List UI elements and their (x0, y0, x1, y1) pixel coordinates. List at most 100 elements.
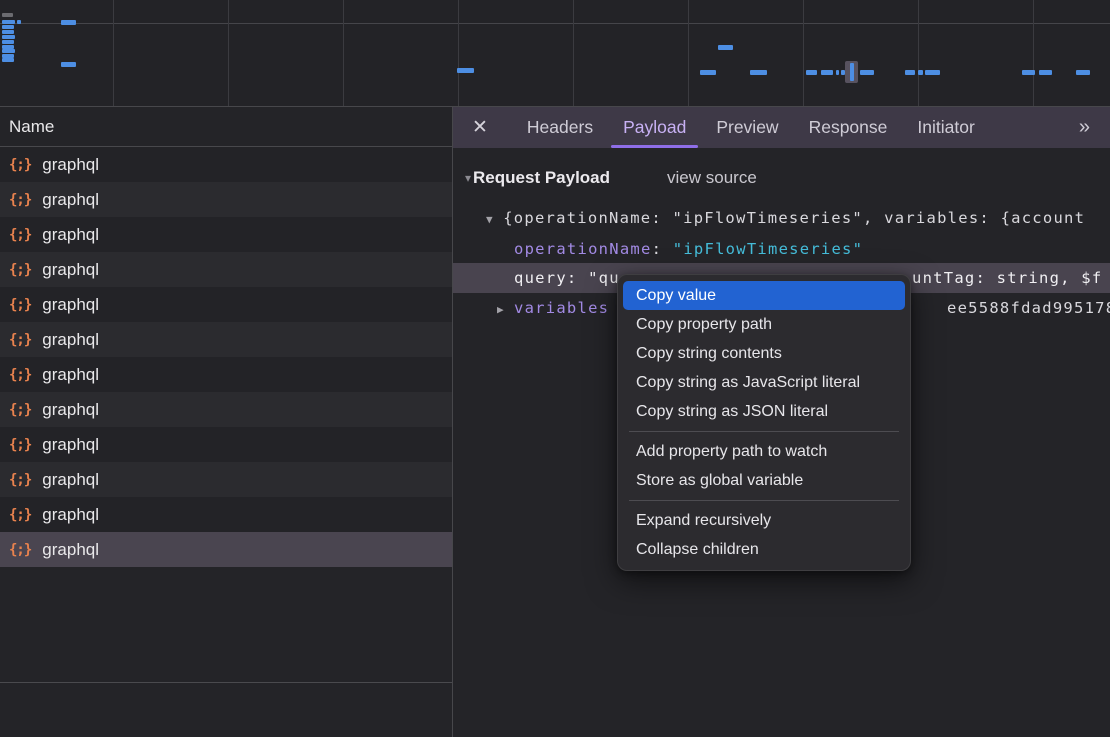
collapsed-icon[interactable]: ▶ (497, 303, 504, 316)
detail-tab-bar: ✕ HeadersPayloadPreviewResponseInitiator… (453, 107, 1110, 148)
tab-preview[interactable]: Preview (701, 107, 793, 148)
waterfall-bar[interactable] (2, 30, 14, 34)
json-request-icon: {;} (9, 262, 31, 278)
view-source-link[interactable]: view source (667, 168, 757, 188)
request-name: graphql (42, 295, 99, 315)
menu-divider (629, 431, 899, 432)
menu-item-copy-property-path[interactable]: Copy property path (623, 310, 905, 339)
request-name: graphql (42, 260, 99, 280)
waterfall-bar[interactable] (860, 70, 874, 75)
waterfall-bar[interactable] (700, 70, 716, 75)
waterfall-gridline-vertical (1033, 0, 1034, 106)
request-row-graphql[interactable]: {;} graphql (0, 217, 452, 252)
request-name: graphql (42, 540, 99, 560)
request-row-graphql[interactable]: {;}graphql (0, 462, 452, 497)
tab-headers[interactable]: Headers (512, 107, 608, 148)
menu-item-store-as-global-variable[interactable]: Store as global variable (623, 466, 905, 495)
tab-initiator[interactable]: Initiator (902, 107, 989, 148)
query-fragment-left: query: "qu (514, 263, 620, 293)
context-menu: Copy valueCopy property pathCopy string … (617, 274, 911, 571)
waterfall-gridline-vertical (918, 0, 919, 106)
request-row-graphql[interactable]: {;} graphql (0, 252, 452, 287)
waterfall-bar[interactable] (750, 70, 767, 75)
json-request-icon: {;} (9, 192, 31, 208)
request-row-graphql[interactable]: {;} graphql (0, 532, 452, 567)
request-row-graphql[interactable]: {;} graphql (0, 287, 452, 322)
network-overview-waterfall[interactable] (0, 0, 1110, 107)
menu-item-add-property-path-to-watch[interactable]: Add property path to watch (623, 437, 905, 466)
waterfall-bar[interactable] (2, 40, 14, 44)
request-row-graphql[interactable]: {;} graphql (0, 497, 452, 532)
waterfall-bar[interactable] (836, 70, 839, 75)
waterfall-bar[interactable] (2, 35, 15, 39)
waterfall-gridline-vertical (573, 0, 574, 106)
json-request-icon: {;} (9, 542, 31, 558)
request-row-graphql[interactable]: {;}graphql (0, 427, 452, 462)
waterfall-bar[interactable] (905, 70, 915, 75)
json-request-icon: {;} (9, 157, 31, 173)
request-name: graphql (42, 155, 99, 175)
waterfall-bar[interactable] (821, 70, 833, 75)
payload-root-row[interactable]: ▼ {operationName: "ipFlowTimeseries", va… (486, 203, 1110, 233)
expand-icon[interactable]: ▼ (486, 213, 493, 226)
more-tabs-icon[interactable]: » (1079, 116, 1088, 139)
request-row-graphql[interactable]: {;} graphql (0, 182, 452, 217)
waterfall-bar[interactable] (2, 58, 14, 62)
request-row-graphql[interactable]: {;} graphql (0, 322, 452, 357)
menu-item-copy-string-as-json-literal[interactable]: Copy string as JSON literal (623, 397, 905, 426)
menu-item-copy-value[interactable]: Copy value (623, 281, 905, 310)
json-request-icon: {;} (9, 297, 31, 313)
waterfall-bar[interactable] (925, 70, 940, 75)
request-payload-section-header: ▾ Request Payload view source (465, 165, 757, 191)
menu-item-collapse-children[interactable]: Collapse children (623, 535, 905, 564)
request-row-graphql[interactable]: {;}graphql (0, 392, 452, 427)
request-name: graphql (42, 505, 99, 525)
request-name: graphql (42, 225, 99, 245)
waterfall-bar[interactable] (61, 62, 76, 67)
request-name: graphql (42, 330, 99, 350)
waterfall-bar[interactable] (850, 63, 854, 81)
tab-payload[interactable]: Payload (608, 107, 701, 148)
waterfall-bar[interactable] (2, 25, 14, 29)
close-icon[interactable]: ✕ (472, 116, 488, 139)
json-request-icon: {;} (9, 437, 31, 453)
name-column-header[interactable]: Name (0, 107, 452, 147)
waterfall-gridline-vertical (688, 0, 689, 106)
waterfall-gridline-vertical (343, 0, 344, 106)
section-collapse-icon[interactable]: ▾ (465, 171, 471, 185)
tab-response[interactable]: Response (794, 107, 903, 148)
waterfall-bar[interactable] (2, 49, 15, 53)
waterfall-bar[interactable] (61, 20, 76, 25)
waterfall-gridline-vertical (458, 0, 459, 106)
waterfall-gridline-vertical (113, 0, 114, 106)
waterfall-bar[interactable] (806, 70, 817, 75)
panel-divider[interactable] (452, 107, 453, 737)
json-request-icon: {;} (9, 367, 31, 383)
waterfall-bar[interactable] (1039, 70, 1052, 75)
tab-strip: HeadersPayloadPreviewResponseInitiator (512, 107, 990, 148)
waterfall-bar[interactable] (2, 20, 15, 24)
request-name: graphql (42, 190, 99, 210)
menu-divider (629, 500, 899, 501)
waterfall-bar[interactable] (918, 70, 923, 75)
waterfall-bar[interactable] (1076, 70, 1090, 75)
request-list: {;} graphql {;} graphql {;} graphql {;} graphql… (0, 147, 452, 567)
request-name: graphql (42, 470, 99, 490)
waterfall-bar[interactable] (1022, 70, 1035, 75)
variables-fragment-right: ee5588fdad995178a0 (947, 293, 1110, 323)
property-separator: : (652, 240, 673, 258)
waterfall-bar[interactable] (457, 68, 474, 73)
menu-item-copy-string-as-javascript-literal[interactable]: Copy string as JavaScript literal (623, 368, 905, 397)
menu-item-expand-recursively[interactable]: Expand recursively (623, 506, 905, 535)
request-row-graphql[interactable]: {;} graphql (0, 147, 452, 182)
json-request-icon: {;} (9, 227, 31, 243)
json-request-icon: {;} (9, 332, 31, 348)
payload-row-operation-name[interactable]: operationName: "ipFlowTimeseries" (514, 234, 863, 264)
waterfall-bar[interactable] (2, 13, 13, 17)
request-row-graphql[interactable]: {;}graphql (0, 357, 452, 392)
waterfall-bar[interactable] (718, 45, 733, 50)
menu-item-copy-string-contents[interactable]: Copy string contents (623, 339, 905, 368)
json-request-icon: {;} (9, 507, 31, 523)
waterfall-bar[interactable] (17, 20, 21, 24)
waterfall-gridline-horizontal (0, 23, 1110, 24)
